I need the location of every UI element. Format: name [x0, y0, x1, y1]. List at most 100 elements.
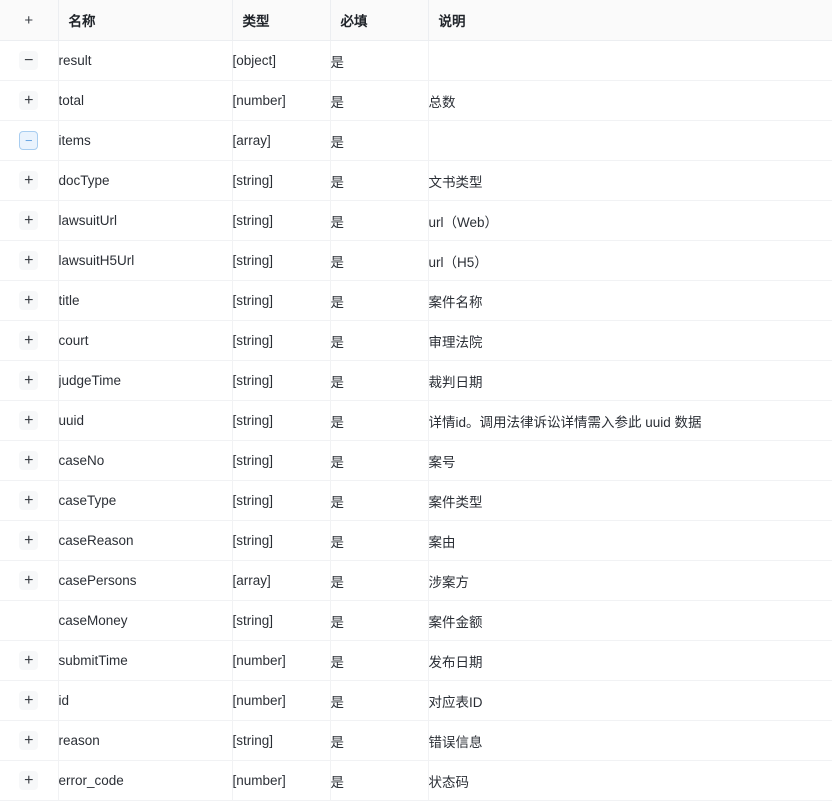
table-row: + caseNo [string] 是案号	[0, 440, 832, 481]
api-response-schema-table: + 名称 类型 必填 说明 − result [object] 是 + total [num…	[0, 0, 832, 801]
field-name: docType	[58, 160, 233, 201]
field-description: 案件类型	[428, 480, 832, 521]
field-name: reason	[58, 720, 233, 761]
row-toggle-cell: +	[0, 440, 59, 481]
field-type: [string]	[232, 200, 331, 241]
row-toggle-cell: +	[0, 160, 59, 201]
expand-plus-icon[interactable]: +	[19, 691, 39, 710]
table-row: − items [array] 是	[0, 120, 832, 161]
table-row: + docType [string] 是文书类型	[0, 160, 832, 201]
row-toggle-cell: +	[0, 680, 59, 721]
expand-plus-icon[interactable]: +	[19, 291, 39, 310]
table-header-row: + 名称 类型 必填 说明	[0, 0, 832, 41]
row-toggle-cell: +	[0, 520, 59, 561]
row-toggle-cell: +	[0, 760, 59, 801]
expand-plus-icon[interactable]: +	[19, 491, 39, 510]
field-required: 是	[330, 680, 429, 721]
expand-plus-icon[interactable]: +	[19, 451, 39, 470]
expand-plus-icon[interactable]: +	[19, 731, 39, 750]
field-type: [string]	[232, 240, 331, 281]
row-toggle-cell: −	[0, 120, 59, 161]
field-name: id	[58, 680, 233, 721]
field-type: [string]	[232, 400, 331, 441]
field-name: title	[58, 280, 233, 321]
field-description: 涉案方	[428, 560, 832, 601]
field-name: lawsuitH5Url	[58, 240, 233, 281]
field-description: 总数	[428, 80, 832, 121]
expand-plus-icon[interactable]: +	[19, 251, 39, 270]
row-toggle-cell: −	[0, 40, 59, 81]
field-type: [number]	[232, 760, 331, 801]
row-toggle-cell: +	[0, 360, 59, 401]
field-description	[428, 40, 832, 81]
field-name: result	[58, 40, 233, 81]
column-header-description: 说明	[428, 0, 832, 41]
field-required: 是	[330, 640, 429, 681]
field-type: [string]	[232, 600, 331, 641]
row-toggle-cell: +	[0, 320, 59, 361]
table-row: + casePersons [array] 是涉案方	[0, 560, 832, 601]
collapse-minus-active-icon[interactable]: −	[19, 131, 39, 150]
expand-plus-icon[interactable]: +	[19, 331, 39, 350]
field-type: [string]	[232, 280, 331, 321]
expand-plus-icon[interactable]: +	[19, 651, 39, 670]
field-required: 是	[330, 200, 429, 241]
field-required: 是	[330, 480, 429, 521]
field-description: 发布日期	[428, 640, 832, 681]
field-description: 错误信息	[428, 720, 832, 761]
row-toggle-cell: +	[0, 400, 59, 441]
table-row: + caseReason [string] 是案由	[0, 520, 832, 561]
table-row: + title [string] 是案件名称	[0, 280, 832, 321]
expand-plus-icon[interactable]: +	[19, 91, 39, 110]
field-type: [number]	[232, 680, 331, 721]
field-name: casePersons	[58, 560, 233, 601]
field-type: [string]	[232, 320, 331, 361]
field-type: [array]	[232, 120, 331, 161]
table-row: caseMoney [string] 是案件金额	[0, 600, 832, 641]
field-name: items	[58, 120, 233, 161]
field-description: 案号	[428, 440, 832, 481]
row-toggle-cell: +	[0, 200, 59, 241]
field-name: caseType	[58, 480, 233, 521]
row-toggle-cell: +	[0, 720, 59, 761]
expand-plus-icon[interactable]: +	[19, 411, 39, 430]
expand-plus-icon[interactable]: +	[19, 771, 39, 790]
field-required: 是	[330, 760, 429, 801]
table-row: + court [string] 是审理法院	[0, 320, 832, 361]
table-header: + 名称 类型 必填 说明	[0, 0, 832, 41]
field-required: 是	[330, 600, 429, 641]
field-description	[428, 120, 832, 161]
table-row: + reason [string] 是错误信息	[0, 720, 832, 761]
field-required: 是	[330, 720, 429, 761]
table-row: + caseType [string] 是案件类型	[0, 480, 832, 521]
table-row: + lawsuitH5Url [string] 是 url（H5）	[0, 240, 832, 281]
field-name: error_code	[58, 760, 233, 801]
expand-plus-icon[interactable]: +	[19, 571, 39, 590]
field-required: 是	[330, 280, 429, 321]
field-type: [number]	[232, 640, 331, 681]
field-type: [string]	[232, 360, 331, 401]
column-header-expand-all[interactable]: +	[0, 0, 59, 41]
collapse-minus-icon[interactable]: −	[19, 51, 39, 70]
column-header-name: 名称	[58, 0, 233, 41]
field-required: 是	[330, 320, 429, 361]
expand-plus-icon[interactable]: +	[19, 371, 39, 390]
field-description: 审理法院	[428, 320, 832, 361]
expand-plus-icon[interactable]: +	[19, 211, 39, 230]
row-toggle-cell: +	[0, 640, 59, 681]
table-row: + id [number] 是对应表ID	[0, 680, 832, 721]
field-required: 是	[330, 400, 429, 441]
row-toggle-cell: +	[0, 560, 59, 601]
field-required: 是	[330, 160, 429, 201]
field-required: 是	[330, 120, 429, 161]
field-type: [string]	[232, 480, 331, 521]
field-description: 案件金额	[428, 600, 832, 641]
expand-plus-icon[interactable]: +	[19, 531, 39, 550]
row-toggle-cell: +	[0, 480, 59, 521]
expand-plus-icon[interactable]: +	[19, 171, 39, 190]
field-description: url（H5）	[428, 240, 832, 281]
field-type: [array]	[232, 560, 331, 601]
field-name: uuid	[58, 400, 233, 441]
table-body: − result [object] 是 + total [number] 是总数 − items[…	[0, 40, 832, 801]
field-required: 是	[330, 560, 429, 601]
